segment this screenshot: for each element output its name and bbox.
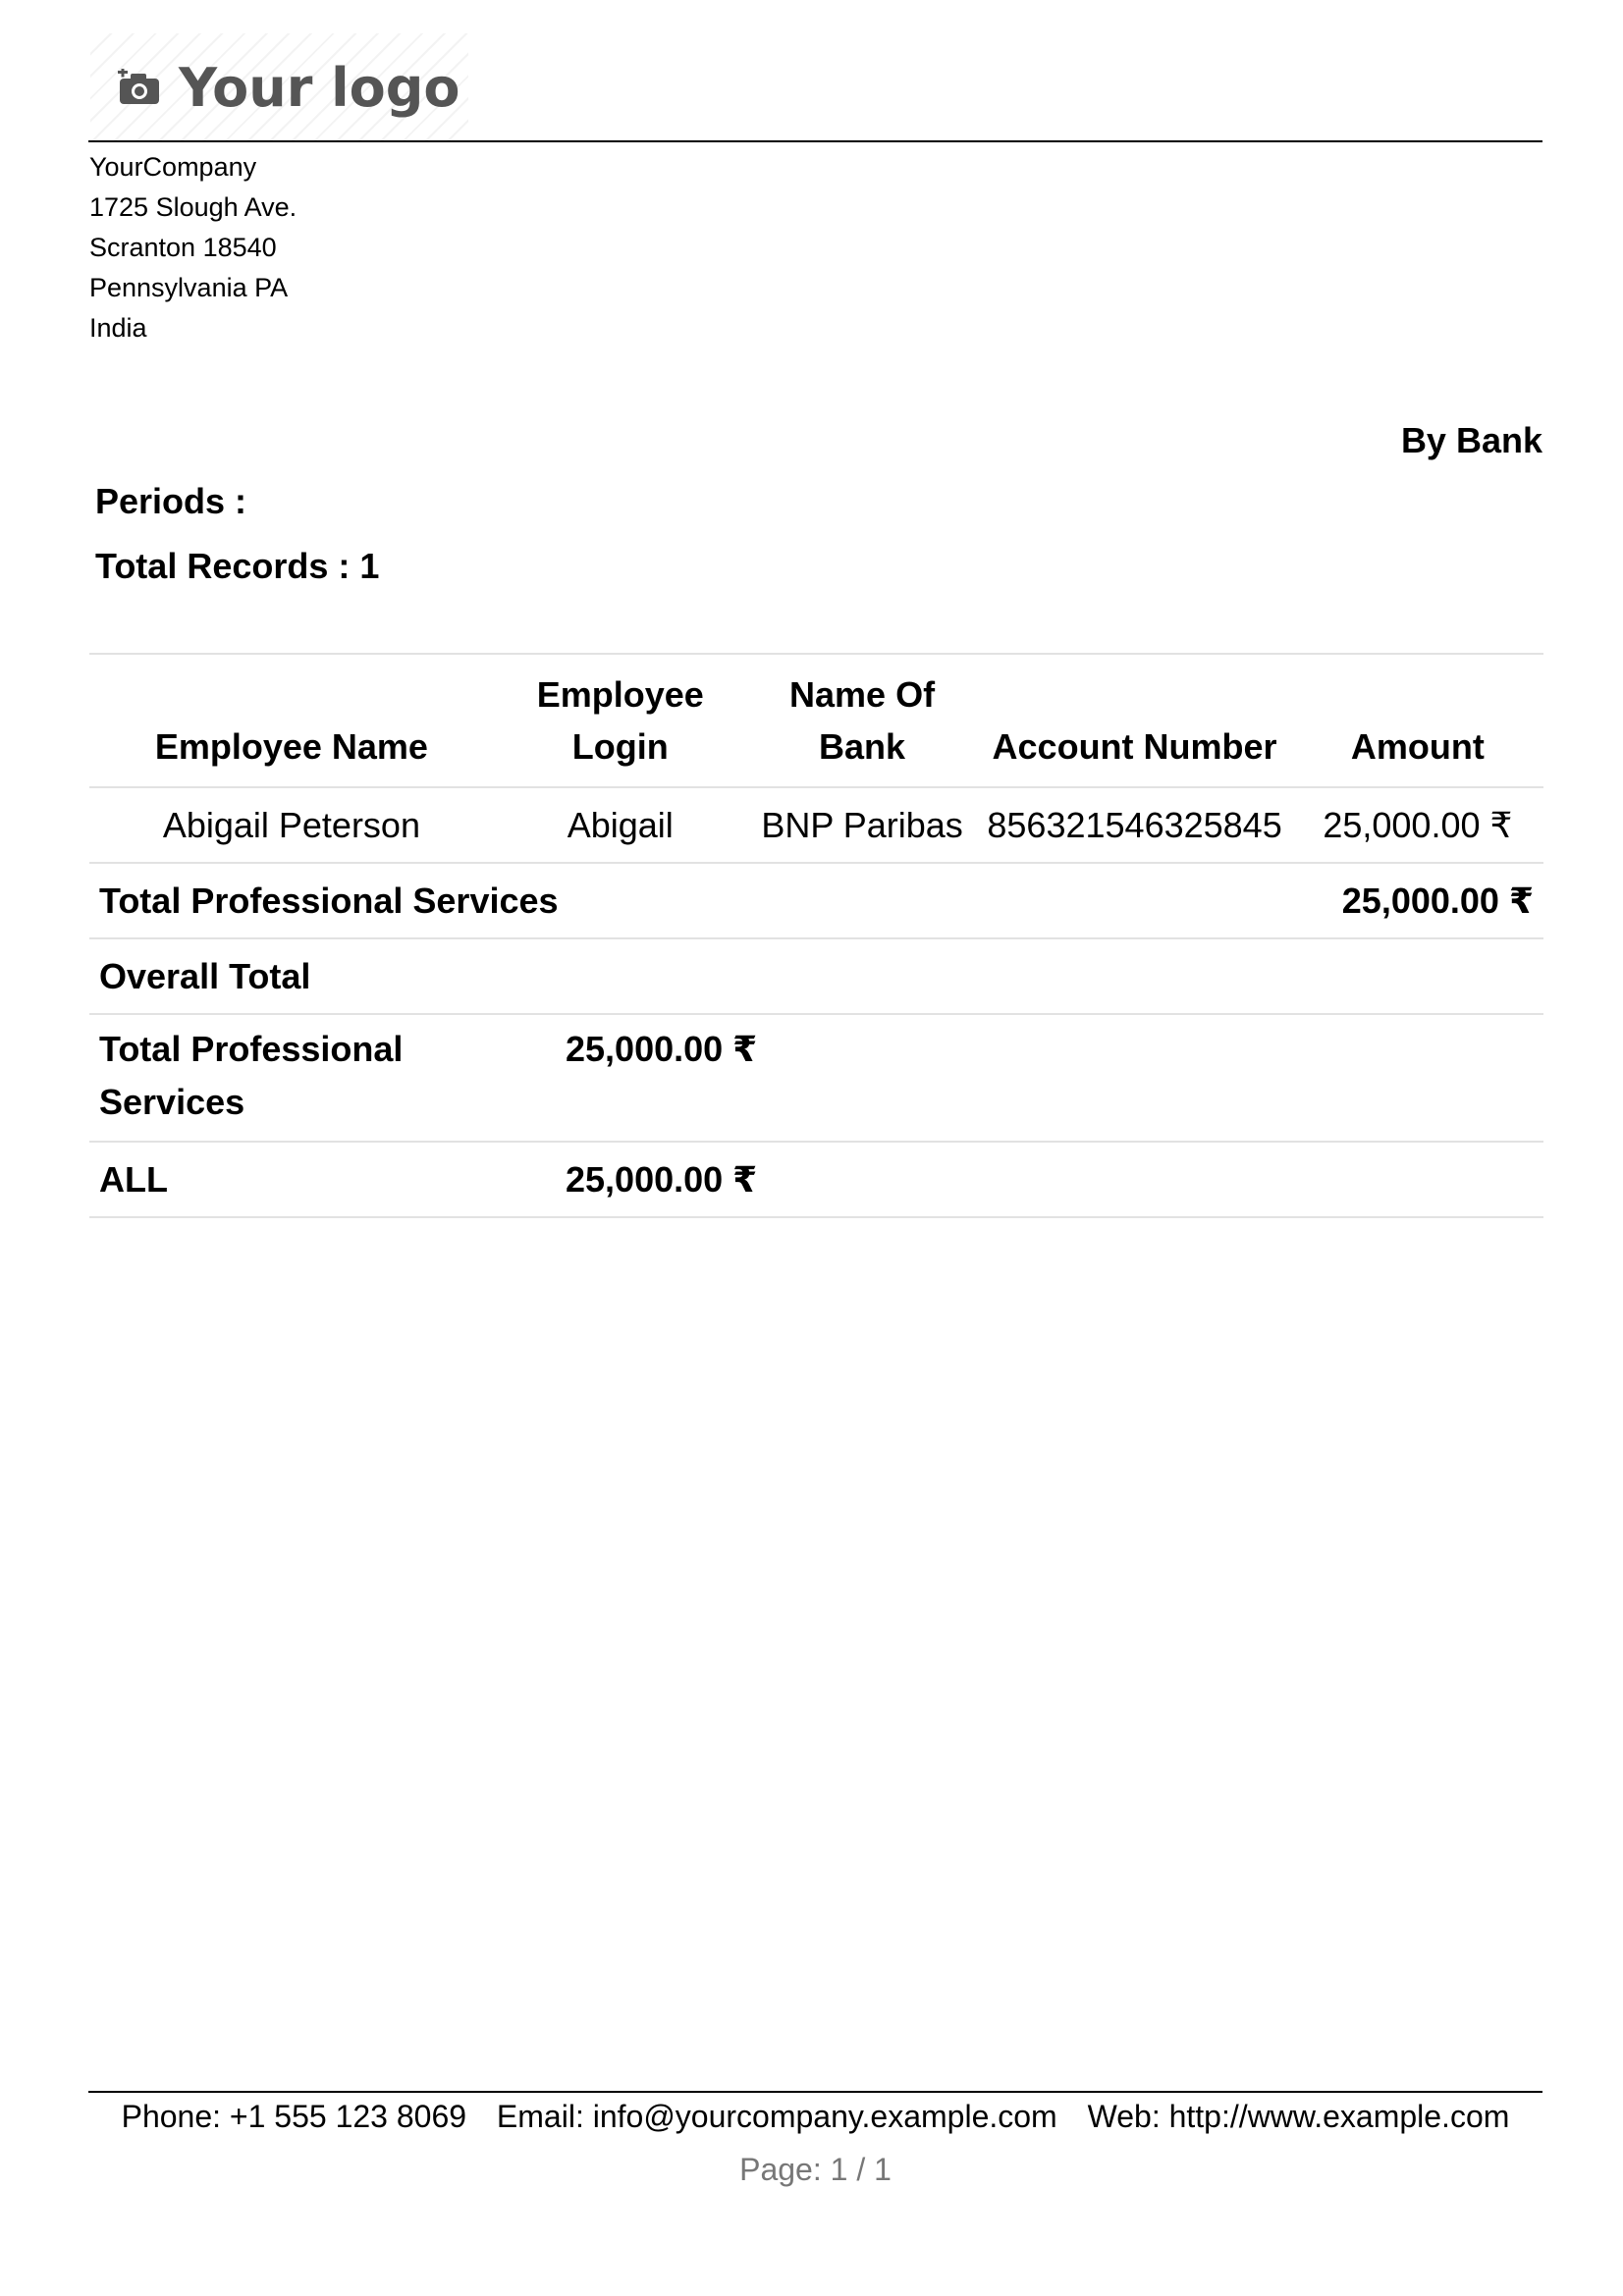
summary-all-label: ALL: [89, 1142, 556, 1218]
summary-table: Total Professional Services 25,000.00 ₹ A…: [89, 1011, 1543, 1218]
subtotal-row: Total Professional Services 25,000.00 ₹: [89, 863, 1543, 939]
footer-contact: Phone: +1 555 123 8069 Email: info@yourc…: [88, 2099, 1542, 2135]
periods-label: Periods :: [95, 481, 247, 521]
cell-bank-name: BNP Paribas: [746, 787, 978, 864]
cell-employee-login: Abigail: [493, 787, 747, 864]
company-name: YourCompany: [89, 152, 257, 182]
summary-row-all: ALL 25,000.00 ₹: [89, 1142, 1543, 1218]
address-country: India: [89, 313, 147, 343]
table-header-row: Employee Name Employee Login Name Of Bank …: [89, 653, 1543, 788]
company-address: YourCompany 1725 Slough Ave. Scranton 18…: [89, 147, 297, 348]
footer-phone: Phone: +1 555 123 8069: [121, 2099, 467, 2134]
header-divider: [88, 140, 1542, 142]
company-logo: Your logo: [90, 33, 468, 141]
column-header-bank-name: Name Of Bank: [746, 653, 978, 788]
cell-employee-name: Abigail Peterson: [89, 787, 494, 864]
column-header-employee-name: Employee Name: [89, 653, 494, 788]
logo-text: Your logo: [179, 56, 460, 119]
subtotal-amount: 25,000.00 ₹: [1291, 863, 1543, 939]
column-header-account-number: Account Number: [977, 653, 1292, 788]
footer-web: Web: http://www.example.com: [1087, 2099, 1510, 2134]
address-state: Pennsylvania PA: [89, 273, 289, 302]
summary-category-amount: 25,000.00 ₹: [556, 1011, 1543, 1143]
column-header-amount: Amount: [1291, 653, 1543, 788]
summary-all-amount: 25,000.00 ₹: [556, 1142, 1543, 1218]
column-header-employee-login: Employee Login: [493, 653, 747, 788]
total-records-label: Total Records : 1: [95, 546, 380, 586]
report-grouping-label: By Bank: [1400, 420, 1542, 460]
summary-row: Total Professional Services 25,000.00 ₹: [89, 1011, 1543, 1143]
cell-amount: 25,000.00 ₹: [1291, 787, 1543, 864]
footer-divider: [88, 2091, 1542, 2093]
address-city-zip: Scranton 18540: [89, 233, 277, 262]
overall-total-row: Overall Total: [89, 938, 1543, 1015]
table-row: Abigail Peterson Abigail BNP Paribas 856…: [89, 787, 1543, 864]
subtotal-label: Total Professional Services: [89, 863, 1292, 939]
payment-table: Employee Name Employee Login Name Of Bank …: [89, 653, 1543, 1015]
report-page: Your logo YourCompany 1725 Slough Ave. S…: [0, 0, 1623, 2296]
summary-category-label: Total Professional Services: [89, 1011, 556, 1143]
address-street: 1725 Slough Ave.: [89, 192, 298, 222]
footer-email: Email: info@yourcompany.example.com: [496, 2099, 1057, 2134]
camera-plus-icon: [118, 67, 161, 106]
page-number: Page: 1 / 1: [739, 2152, 892, 2187]
cell-account-number: 856321546325845: [977, 787, 1292, 864]
overall-total-label: Overall Total: [89, 938, 1543, 1015]
